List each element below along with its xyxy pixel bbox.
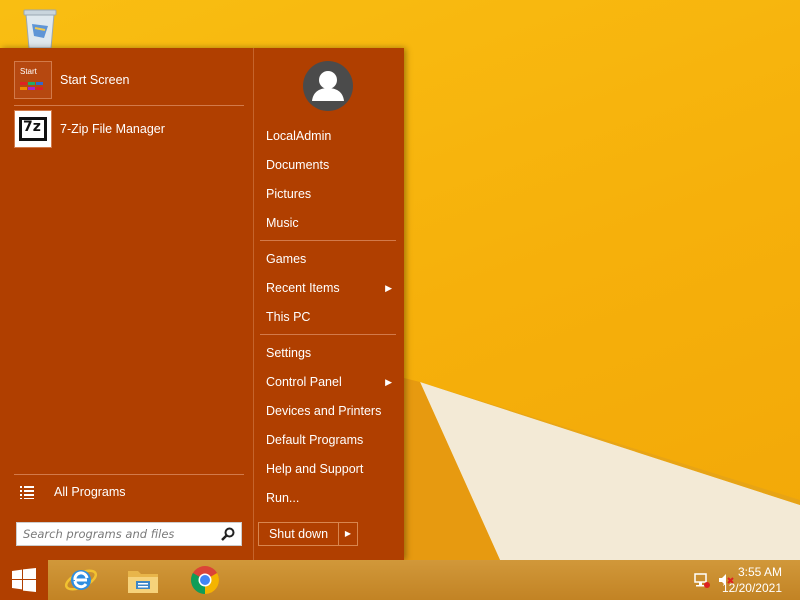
menu-item-documents[interactable]: Documents [266,154,396,176]
menu-item-run[interactable]: Run... [266,487,396,509]
start-menu-left-pane: Start Start Screen 7z 7-Zip File Manager [0,48,254,560]
search-input[interactable] [23,527,209,541]
file-explorer-icon [128,571,158,593]
start-menu: Start Start Screen 7z 7-Zip File Manager [0,48,404,560]
menu-item-recent-items[interactable]: Recent Items ▶ [266,277,396,299]
menu-item-music[interactable]: Music [266,212,396,234]
chevron-right-icon: ▶ [385,283,392,293]
windows-logo-icon [12,568,36,592]
chevron-right-icon: ▶ [385,377,392,387]
start-button[interactable] [0,560,48,600]
menu-item-pictures[interactable]: Pictures [266,183,396,205]
menu-item-control-panel[interactable]: Control Panel ▶ [266,371,396,393]
divider [260,240,396,241]
pinned-item-label: Start Screen [60,73,130,87]
start-screen-tile-text: Start [20,67,37,76]
menu-item-label: Recent Items [266,281,340,295]
7zip-icon: 7z [14,110,52,148]
menu-item-devices-printers[interactable]: Devices and Printers [266,400,396,422]
search-box[interactable] [16,522,242,546]
divider [14,474,244,475]
clock[interactable]: 3:55 AM 12/20/2021 [712,564,782,596]
all-programs-label: All Programs [54,485,126,499]
menu-item-games[interactable]: Games [266,248,396,270]
menu-item-user[interactable]: LocalAdmin [266,125,396,147]
shutdown-button[interactable]: Shut down [259,523,338,545]
start-menu-right-pane: LocalAdmin Documents Pictures Music Game… [255,48,404,560]
pinned-item-label: 7-Zip File Manager [60,122,165,136]
clock-date: 12/20/2021 [721,581,782,595]
menu-item-label: Control Panel [266,375,342,389]
network-icon[interactable] [694,572,710,588]
system-tray: 3:55 AM 12/20/2021 [660,560,800,600]
start-screen-icon: Start [14,61,52,99]
clock-time: 3:55 AM [737,565,782,579]
pinned-item-7zip[interactable]: 7z 7-Zip File Manager [10,107,246,151]
recycle-bin-icon[interactable] [20,4,60,50]
chrome-icon [191,566,219,594]
divider [14,105,244,106]
divider [260,334,396,335]
internet-explorer-icon [64,569,98,591]
7zip-tile-text: 7z [23,119,41,135]
menu-item-default-programs[interactable]: Default Programs [266,429,396,451]
menu-item-this-pc[interactable]: This PC [266,306,396,328]
taskbar-chrome[interactable] [180,560,230,600]
list-icon [20,486,34,499]
shutdown-options-arrow-icon[interactable]: ▶ [338,523,357,545]
menu-item-help-support[interactable]: Help and Support [266,458,396,480]
all-programs-button[interactable]: All Programs [14,480,244,504]
taskbar: 3:55 AM 12/20/2021 [0,560,800,600]
menu-item-settings[interactable]: Settings [266,342,396,364]
user-icon [312,71,344,101]
shutdown-button-group: Shut down ▶ [258,522,358,546]
pinned-item-start-screen[interactable]: Start Start Screen [10,58,246,102]
taskbar-internet-explorer[interactable] [56,560,106,600]
user-avatar[interactable] [303,61,353,111]
search-icon[interactable] [221,527,235,541]
taskbar-file-explorer[interactable] [118,560,168,600]
